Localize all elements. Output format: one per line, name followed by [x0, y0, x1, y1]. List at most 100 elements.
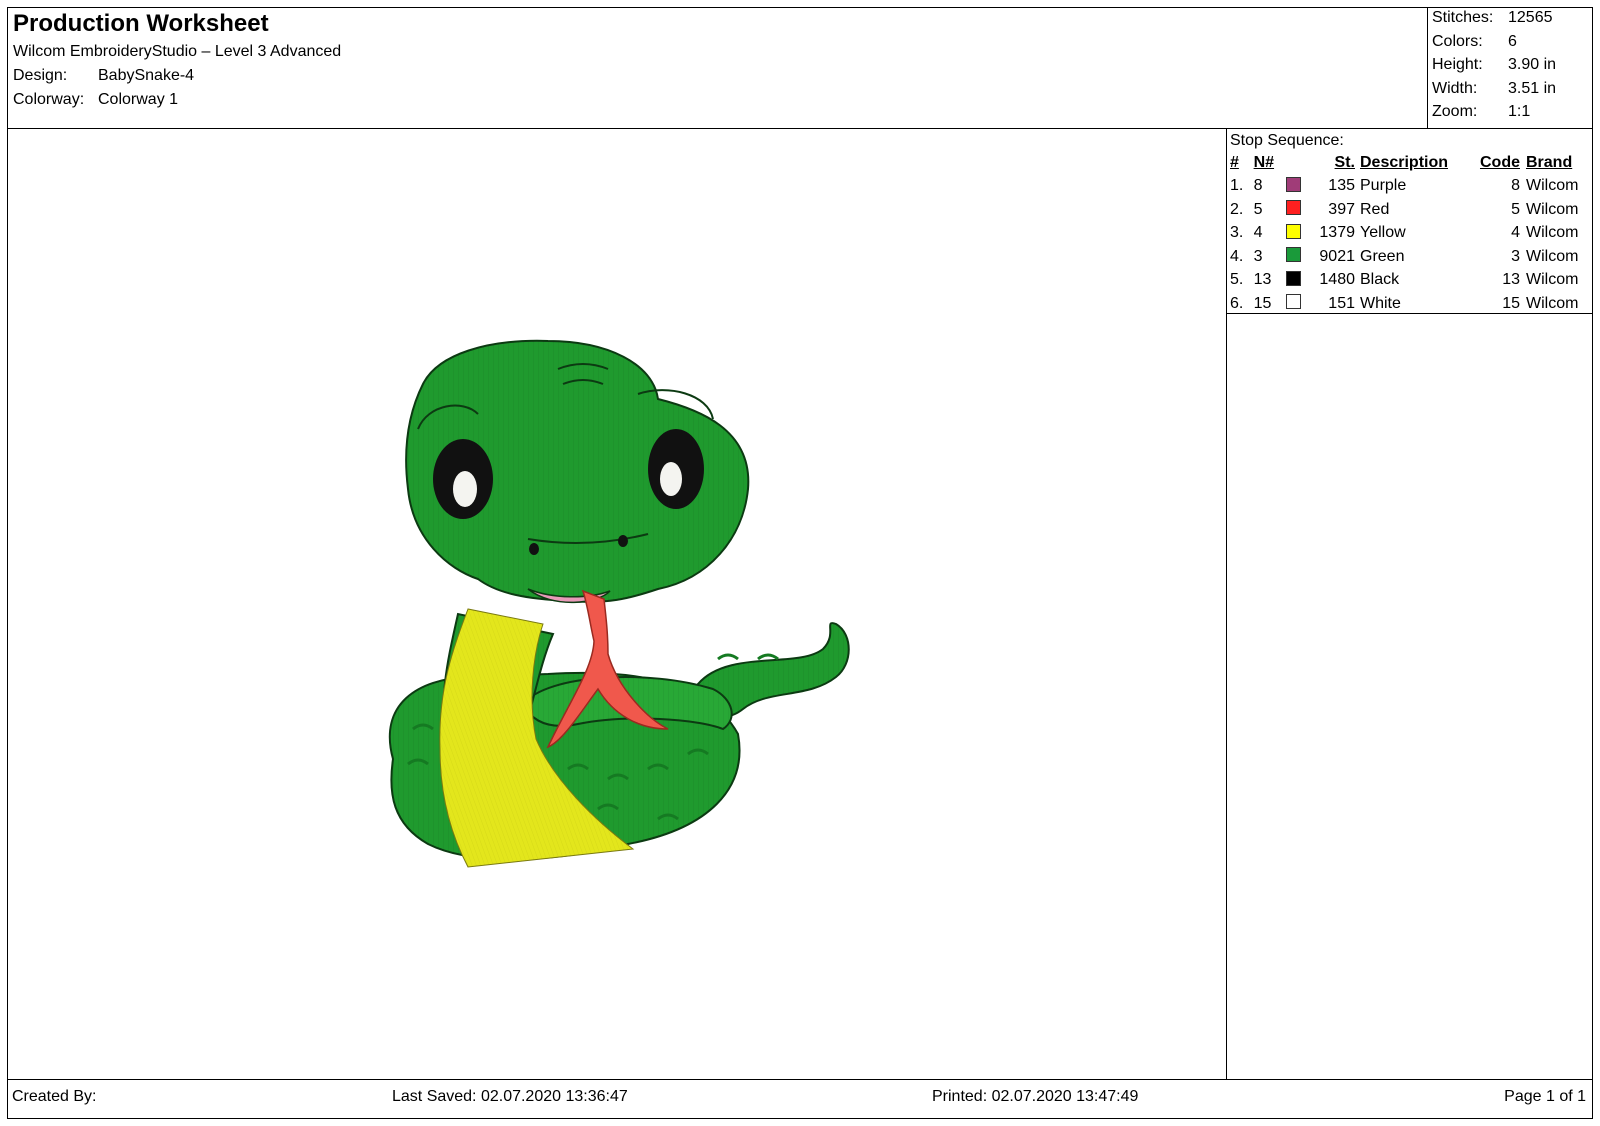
width-label: Width: [1432, 80, 1478, 97]
stop-sequence-title: Stop Sequence: [1230, 132, 1344, 149]
row-brand: Wilcom [1525, 247, 1579, 265]
table-row: 5. 13 1480 Black 13 Wilcom [1227, 269, 1592, 293]
col-header-description: Description [1360, 153, 1449, 171]
table-row: 3. 4 1379 Yellow 4 Wilcom [1227, 222, 1592, 246]
col-header-index: # [1230, 153, 1239, 171]
colors-label: Colors: [1432, 33, 1483, 50]
left-nostril [529, 543, 539, 555]
row-code: 8 [1511, 177, 1520, 195]
col-header-brand: Brand [1525, 153, 1573, 171]
row-brand: Wilcom [1525, 294, 1579, 312]
row-index: 3. [1230, 224, 1244, 242]
row-index: 6. [1230, 294, 1244, 312]
height-value: 3.90 in [1508, 56, 1557, 73]
col-header-needle: N# [1253, 153, 1275, 171]
worksheet-header: Production Worksheet Wilcom EmbroiderySt… [8, 8, 1592, 129]
color-swatch [1285, 200, 1301, 216]
right-nostril [618, 535, 628, 547]
row-needle: 4 [1253, 224, 1263, 242]
row-index: 5. [1230, 271, 1244, 289]
row-swatch-cell [1285, 292, 1307, 316]
stat-stitches: Stitches: 12565 [1432, 9, 1592, 33]
baby-snake-embroidery-image [388, 339, 850, 868]
row-stitches: 1480 [1319, 271, 1355, 289]
row-code: 5 [1511, 200, 1520, 218]
col-header-code: Code [1479, 153, 1520, 171]
last-saved: Last Saved: 02.07.2020 13:36:47 [392, 1088, 628, 1105]
page-number: Page 1 of 1 [1504, 1088, 1586, 1105]
row-brand: Wilcom [1525, 200, 1579, 218]
row-stitches: 135 [1328, 177, 1355, 195]
row-needle: 15 [1253, 294, 1272, 312]
row-brand: Wilcom [1525, 177, 1579, 195]
row-code: 4 [1511, 224, 1520, 242]
row-needle: 13 [1253, 271, 1272, 289]
color-swatch [1285, 270, 1301, 286]
printed-date: Printed: 02.07.2020 13:47:49 [932, 1088, 1139, 1105]
table-row: 1. 8 135 Purple 8 Wilcom [1227, 175, 1592, 199]
colorway-label: Colorway: [13, 91, 85, 108]
color-swatch [1285, 176, 1301, 192]
row-swatch-cell [1285, 198, 1307, 222]
row-code: 15 [1502, 294, 1520, 312]
row-code: 13 [1502, 271, 1520, 289]
row-stitches: 151 [1328, 294, 1355, 312]
design-preview-canvas [8, 129, 1227, 1079]
table-row: 2. 5 397 Red 5 Wilcom [1227, 198, 1592, 222]
worksheet-footer: Created By: Last Saved: 02.07.2020 13:36… [8, 1079, 1592, 1119]
colorway-value: Colorway 1 [98, 91, 179, 108]
colors-value: 6 [1508, 33, 1517, 50]
row-stitches: 397 [1328, 200, 1355, 218]
row-index: 1. [1230, 177, 1244, 195]
stop-sequence-header-row: # N# St. Description Code Brand [1227, 151, 1592, 175]
row-needle: 8 [1253, 177, 1263, 195]
stat-height: Height: 3.90 in [1432, 56, 1592, 80]
row-brand: Wilcom [1525, 271, 1579, 289]
row-swatch-cell [1285, 269, 1307, 293]
stat-zoom: Zoom: 1:1 [1432, 103, 1592, 127]
stop-sequence-panel: Stop Sequence: # N# St. Description Code… [1227, 129, 1592, 314]
zoom-label: Zoom: [1432, 103, 1478, 120]
software-name: Wilcom EmbroideryStudio – Level 3 Advanc… [13, 43, 342, 60]
row-needle: 3 [1253, 247, 1263, 265]
row-description: Black [1360, 271, 1400, 289]
stop-sequence-table: # N# St. Description Code Brand 1. 8 135… [1227, 151, 1592, 316]
width-value: 3.51 in [1508, 80, 1557, 97]
row-swatch-cell [1285, 175, 1307, 199]
row-description: Purple [1360, 177, 1407, 195]
page-title: Production Worksheet [13, 10, 269, 37]
row-needle: 5 [1253, 200, 1263, 218]
stitches-value: 12565 [1508, 9, 1553, 26]
row-index: 2. [1230, 200, 1244, 218]
col-header-stitches: St. [1334, 153, 1355, 171]
row-stitches: 9021 [1319, 247, 1355, 265]
row-description: Green [1360, 247, 1405, 265]
stat-width: Width: 3.51 in [1432, 80, 1592, 104]
row-stitches: 1379 [1319, 224, 1355, 242]
color-swatch [1285, 247, 1301, 263]
row-description: Red [1360, 200, 1390, 218]
stitches-label: Stitches: [1432, 9, 1494, 26]
table-row: 6. 15 151 White 15 Wilcom [1227, 292, 1592, 316]
height-label: Height: [1432, 56, 1483, 73]
row-swatch-cell [1285, 222, 1307, 246]
colorway-row: Colorway: Colorway 1 [13, 91, 178, 109]
design-label: Design: [13, 67, 68, 84]
row-index: 4. [1230, 247, 1244, 265]
row-brand: Wilcom [1525, 224, 1579, 242]
design-stats: Stitches: 12565 Colors: 6 Height: 3.90 i… [1427, 8, 1593, 128]
row-description: Yellow [1360, 224, 1406, 242]
created-by: Created By: [12, 1088, 97, 1105]
design-row: Design: BabySnake-4 [13, 67, 194, 85]
zoom-value: 1:1 [1508, 103, 1531, 120]
color-swatch [1285, 223, 1301, 239]
row-description: White [1360, 294, 1401, 312]
table-row: 4. 3 9021 Green 3 Wilcom [1227, 245, 1592, 269]
col-header-swatch [1286, 151, 1307, 175]
color-swatch [1285, 294, 1301, 310]
design-value: BabySnake-4 [98, 67, 195, 84]
worksheet-sheet: Production Worksheet Wilcom EmbroiderySt… [7, 7, 1593, 1119]
row-swatch-cell [1285, 245, 1307, 269]
row-code: 3 [1511, 247, 1520, 265]
stat-colors: Colors: 6 [1432, 33, 1592, 57]
